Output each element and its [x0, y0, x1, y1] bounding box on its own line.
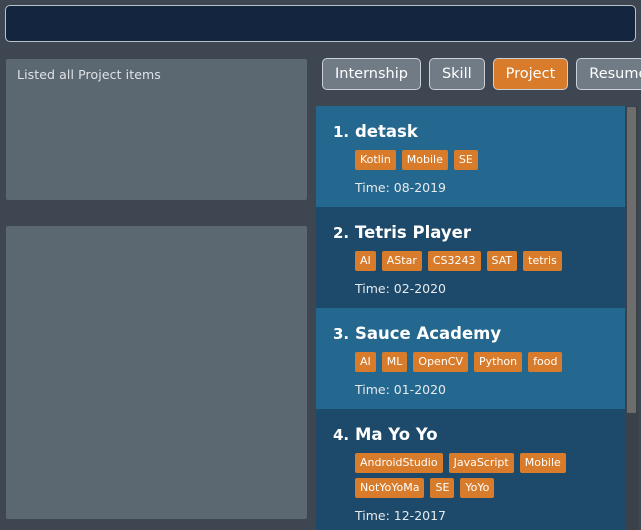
- tag: SE: [453, 150, 478, 170]
- tag: YoYo: [460, 478, 495, 498]
- tag: Mobile: [519, 453, 566, 473]
- card-tag-row: AI AStar CS3243 SAT tetris: [316, 251, 629, 271]
- card-index: 3.: [333, 325, 350, 343]
- tag: food: [528, 352, 563, 372]
- card-tag-row: AndroidStudio JavaScript Mobile NotYoYoM…: [316, 453, 629, 498]
- status-panel: Listed all Project items: [6, 59, 307, 200]
- tag: SAT: [486, 251, 518, 271]
- card-header: 4. Ma Yo Yo: [316, 425, 629, 444]
- card-index: 1.: [333, 123, 350, 141]
- card-tag-row: Kotlin Mobile SE: [316, 150, 629, 170]
- tag: AI: [355, 352, 376, 372]
- tag: Mobile: [401, 150, 448, 170]
- tag: AStar: [381, 251, 422, 271]
- card-title: Ma Yo Yo: [355, 425, 438, 444]
- card-title: detask: [355, 122, 418, 141]
- tab-internship[interactable]: Internship: [322, 58, 421, 90]
- tab-resume-label: Resume: [589, 66, 641, 82]
- command-bar[interactable]: [5, 5, 636, 42]
- tab-project[interactable]: Project: [492, 58, 569, 90]
- project-card-list[interactable]: 1. detask Kotlin Mobile SE Time: 08-2019…: [316, 106, 629, 530]
- card-time: Time: 01-2020: [355, 382, 447, 397]
- status-message: Listed all Project items: [17, 67, 161, 82]
- tag: Python: [474, 352, 523, 372]
- tag: AndroidStudio: [355, 453, 443, 473]
- card-list-scrollbar[interactable]: [625, 106, 638, 530]
- tag: NotYoYoMa: [355, 478, 425, 498]
- card-header: 1. detask: [316, 122, 629, 141]
- card-header: 3. Sauce Academy: [316, 324, 629, 343]
- card-index: 2.: [333, 224, 350, 242]
- tab-skill-label: Skill: [441, 66, 472, 82]
- list-item[interactable]: 3. Sauce Academy AI ML OpenCV Python foo…: [316, 308, 629, 409]
- card-index: 4.: [333, 426, 350, 444]
- card-title: Sauce Academy: [355, 324, 502, 343]
- card-tag-row: AI ML OpenCV Python food: [316, 352, 629, 372]
- tab-resume[interactable]: Resume: [576, 58, 641, 90]
- list-item[interactable]: 2. Tetris Player AI AStar CS3243 SAT tet…: [316, 207, 629, 308]
- tab-bar: Internship Skill Project Resume: [322, 58, 641, 90]
- card-time: Time: 12-2017: [355, 508, 447, 523]
- command-input[interactable]: [6, 6, 635, 41]
- tag: JavaScript: [448, 453, 514, 473]
- card-list-scrollbar-thumb[interactable]: [627, 107, 636, 413]
- left-column: Listed all Project items: [0, 48, 313, 530]
- tab-project-label: Project: [505, 66, 556, 82]
- tag: SE: [430, 478, 455, 498]
- detail-panel-content: [6, 226, 307, 242]
- tag: ML: [381, 352, 408, 372]
- tag: tetris: [523, 251, 562, 271]
- card-title: Tetris Player: [355, 223, 471, 242]
- tag: OpenCV: [413, 352, 468, 372]
- card-time: Time: 08-2019: [355, 180, 447, 195]
- list-item[interactable]: 4. Ma Yo Yo AndroidStudio JavaScript Mob…: [316, 409, 629, 530]
- tag: Kotlin: [355, 150, 396, 170]
- list-item[interactable]: 1. detask Kotlin Mobile SE Time: 08-2019: [316, 106, 629, 207]
- card-header: 2. Tetris Player: [316, 223, 629, 242]
- tab-internship-label: Internship: [335, 66, 408, 82]
- tag: CS3243: [427, 251, 481, 271]
- right-column: Internship Skill Project Resume 1. detas…: [313, 48, 641, 530]
- tag: AI: [355, 251, 376, 271]
- tab-skill[interactable]: Skill: [428, 58, 485, 90]
- detail-panel: [6, 226, 307, 519]
- card-time: Time: 02-2020: [355, 281, 447, 296]
